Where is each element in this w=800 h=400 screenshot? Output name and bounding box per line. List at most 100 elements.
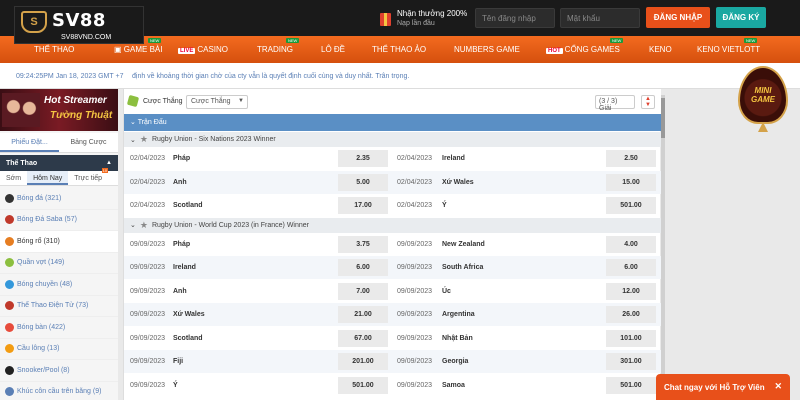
match-date: 02/04/2023	[397, 155, 433, 162]
odds-button[interactable]: 6.00	[606, 259, 656, 276]
sidebar-sport-item[interactable]: Bóng rổ (310)	[0, 231, 118, 253]
odds-button[interactable]: 501.00	[606, 197, 656, 214]
nav-item-keno-vietlott[interactable]: KENO VIETLOTT	[697, 45, 760, 54]
odds-button[interactable]: 3.75	[338, 235, 388, 253]
sport-icon	[5, 215, 14, 225]
login-button[interactable]: ĐĂNG NHẬP	[646, 7, 710, 28]
scrollbar-thumb[interactable]	[661, 98, 665, 138]
section-header[interactable]: ⌄ Trận Đấu	[124, 114, 661, 131]
support-chat-button[interactable]: Chat ngay với Hỗ Trợ Viên ✕	[656, 374, 790, 400]
nav-item-sports[interactable]: THỂ THAO	[34, 45, 74, 54]
tab-live[interactable]: Trực tiếp 10	[68, 168, 109, 185]
nav-item-trading[interactable]: TRADING	[257, 45, 293, 54]
password-input[interactable]: Mật khẩu	[560, 8, 640, 28]
odds-button[interactable]: 501.00	[606, 376, 656, 394]
tab-bet-slip[interactable]: Phiếu Đặt...	[0, 133, 59, 152]
odds-button[interactable]: 101.00	[606, 329, 656, 347]
sidebar-sport-item[interactable]: Bóng chuyền (48)	[0, 274, 118, 296]
nav-item-casino[interactable]: LIVE CASINO	[178, 45, 228, 54]
match-date: 09/09/2023	[130, 240, 166, 248]
league-name: Rugby Union - World Cup 2023 (in France)…	[151, 221, 310, 229]
promo-subtitle: Nạp lần đầu	[397, 20, 435, 27]
team-name: Xứ Wales	[442, 178, 474, 186]
chat-label: Chat ngay với Hỗ Trợ Viên	[664, 382, 765, 392]
odds-button[interactable]: 201.00	[338, 353, 388, 370]
odds-button[interactable]: 21.00	[338, 306, 388, 323]
odds-button[interactable]: 6.00	[338, 259, 388, 276]
match-date: 09/09/2023	[130, 264, 166, 271]
team-name: Anh	[173, 287, 187, 295]
sports-header[interactable]: Thể Thao ▲	[0, 155, 118, 171]
team-name: Scotland	[173, 334, 203, 342]
table-row: 02/04/2023 Scotland 17.00 02/04/2023 Ý 501.00	[124, 194, 661, 217]
first-deposit-promo[interactable]: Nhận thưởng 200% Nạp lần đầu	[380, 9, 467, 29]
team-name: Ireland	[442, 155, 465, 162]
team-name: Ý	[173, 381, 178, 389]
announcement-ticker[interactable]: định về khoảng thời gian chờ của cty vẫn…	[132, 73, 409, 80]
register-button[interactable]: ĐĂNG KÝ	[716, 7, 766, 28]
sport-label: Bóng Đá Saba (57)	[17, 216, 77, 224]
sidebar-sport-item[interactable]: Bóng Đá Saba (57)	[0, 210, 118, 231]
market-select[interactable]: Cược Thắng ▼	[186, 95, 248, 109]
odds-button[interactable]: 7.00	[338, 282, 388, 300]
close-icon[interactable]: ✕	[774, 381, 782, 392]
league-header[interactable]: ⌄ ★ Rugby Union - Six Nations 2023 Winner	[124, 132, 661, 147]
sidebar-sport-item[interactable]: Quần vợt (149)	[0, 253, 118, 274]
username-input[interactable]: Tên đăng nhập	[475, 8, 555, 28]
sport-label: Khúc côn cầu trên băng (9)	[17, 388, 102, 396]
odds-button[interactable]: 12.00	[606, 282, 656, 300]
odds-button[interactable]: 67.00	[338, 329, 388, 347]
hot-streamer-banner[interactable]: Hot Streamer Tường Thuật	[0, 89, 118, 131]
sidebar-sport-item[interactable]: Bóng đá (321)	[0, 188, 118, 210]
tab-live-label: Trực tiếp	[74, 175, 103, 182]
server-clock: 09:24:25PM Jan 18, 2023 GMT +7	[16, 73, 124, 80]
team-name: Argentina	[442, 311, 475, 318]
odds-button[interactable]: 4.00	[606, 235, 656, 253]
sport-label: Bóng rổ (310)	[17, 237, 60, 245]
league-pages-select[interactable]: (3 / 3) Giải	[595, 95, 635, 112]
favorite-star-icon[interactable]: ★	[140, 220, 148, 231]
sidebar-sport-item[interactable]: Snooker/Pool (8)	[0, 360, 118, 382]
nav-item-card-games[interactable]: ▣ GAME BÀI	[114, 45, 162, 54]
nav-item-keno[interactable]: KENO	[649, 45, 672, 54]
sort-icon[interactable]: ▲ ▼	[641, 95, 655, 109]
match-date: 09/09/2023	[397, 358, 433, 365]
tab-bet-list[interactable]: Bảng Cược	[59, 133, 118, 152]
sidebar-sport-item[interactable]: Bóng bàn (422)	[0, 317, 118, 339]
site-logo[interactable]: S SV88 SV88VND.COM	[14, 6, 144, 44]
nav-item-game-portal-label: CỔNG GAMES	[564, 45, 620, 54]
team-name: Fiji	[173, 358, 184, 365]
odds-button[interactable]: 2.50	[606, 150, 656, 167]
tab-early[interactable]: Sớm	[0, 171, 27, 185]
nav-item-numbers-game[interactable]: NUMBERS GAME	[454, 45, 520, 54]
logo-text: SV88	[52, 10, 106, 31]
favorite-star-icon[interactable]: ★	[140, 134, 148, 145]
odds-toolbar: Cược Thắng Cược Thắng ▼ (3 / 3) Giải ▲ ▼	[124, 89, 661, 114]
match-date: 09/09/2023	[130, 334, 166, 342]
sidebar-sport-item[interactable]: Cầu lông (13)	[0, 339, 118, 360]
nav-item-virtual-sports[interactable]: THỂ THAO ẢO	[372, 45, 426, 54]
table-row: 09/09/2023 Xứ Wales 21.00 09/09/2023 Argenti…	[124, 303, 661, 326]
odds-button[interactable]: 15.00	[606, 173, 656, 191]
match-date: 02/04/2023	[130, 202, 166, 209]
mini-game-button[interactable]: MINI GAME	[736, 66, 790, 136]
table-row: 09/09/2023 Anh 7.00 09/09/2023 Úc 12.00	[124, 280, 661, 303]
odds-button[interactable]: 501.00	[338, 376, 388, 394]
time-filter-tabs: Sớm Hôm Nay Trực tiếp 10	[0, 168, 118, 186]
odds-button[interactable]: 17.00	[338, 197, 388, 214]
odds-button[interactable]: 26.00	[606, 306, 656, 323]
tab-today[interactable]: Hôm Nay	[27, 171, 69, 185]
nav-item-lottery[interactable]: LÔ ĐỀ	[321, 45, 345, 54]
banner-title: Hot Streamer	[44, 95, 107, 106]
sidebar-sport-item[interactable]: Khúc côn cầu trên băng (9)	[0, 382, 118, 400]
scrollbar[interactable]	[661, 95, 665, 400]
odds-button[interactable]: 5.00	[338, 173, 388, 191]
market-select-value: Cược Thắng	[191, 98, 231, 105]
league-header[interactable]: ⌄ ★ Rugby Union - World Cup 2023 (in Franc…	[124, 217, 661, 233]
nav-item-game-portal[interactable]: HOT CỔNG GAMES	[546, 45, 620, 54]
odds-button[interactable]: 301.00	[606, 353, 656, 370]
chevron-down-icon: ▼	[238, 98, 244, 104]
match-date: 09/09/2023	[130, 358, 166, 365]
sidebar-sport-item[interactable]: Thể Thao Điện Tử (73)	[0, 296, 118, 317]
odds-button[interactable]: 2.35	[338, 150, 388, 167]
